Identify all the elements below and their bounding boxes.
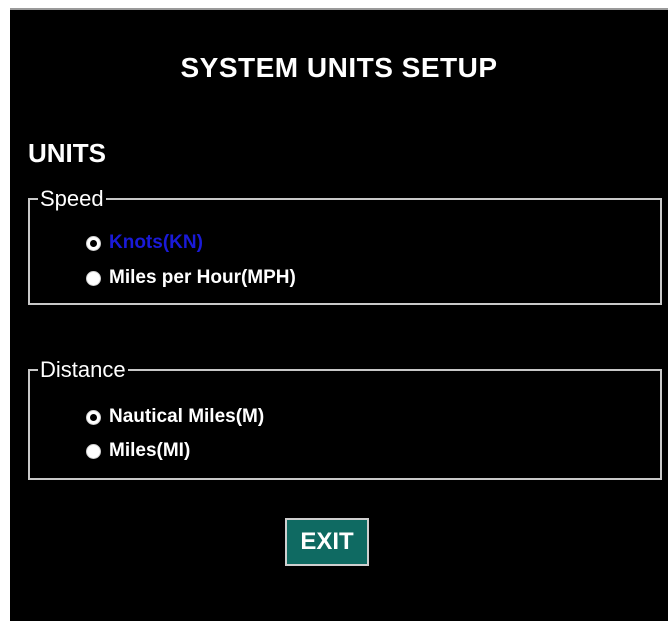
nautical-miles-label[interactable]: Nautical Miles(M) — [109, 406, 264, 428]
speed-option-mph[interactable]: Miles per Hour(MPH) — [86, 266, 296, 290]
exit-button[interactable]: EXIT — [285, 518, 369, 566]
units-section-heading: UNITS — [28, 138, 106, 168]
nautical-miles-radio[interactable] — [86, 409, 101, 425]
speed-option-knots[interactable]: Knots(KN) — [86, 231, 203, 255]
distance-group: Distance Nautical Miles(M) Miles(MI) — [28, 359, 662, 480]
distance-option-nautical-miles[interactable]: Nautical Miles(M) — [86, 405, 264, 429]
knots-radio[interactable] — [86, 235, 101, 251]
knots-label[interactable]: Knots(KN) — [109, 232, 203, 254]
speed-group: Speed Knots(KN) Miles per Hour(MPH) — [28, 188, 662, 305]
mph-label[interactable]: Miles per Hour(MPH) — [109, 267, 296, 289]
miles-label[interactable]: Miles(MI) — [109, 440, 190, 462]
distance-group-label: Distance — [40, 357, 126, 382]
miles-radio[interactable] — [86, 443, 101, 459]
page-title: SYSTEM UNITS SETUP — [180, 52, 498, 83]
distance-option-miles[interactable]: Miles(MI) — [86, 439, 190, 463]
mph-radio[interactable] — [86, 270, 101, 286]
speed-group-label: Speed — [40, 186, 104, 211]
units-setup-screen: SYSTEM UNITS SETUP UNITS Speed Knots(KN)… — [10, 8, 668, 621]
